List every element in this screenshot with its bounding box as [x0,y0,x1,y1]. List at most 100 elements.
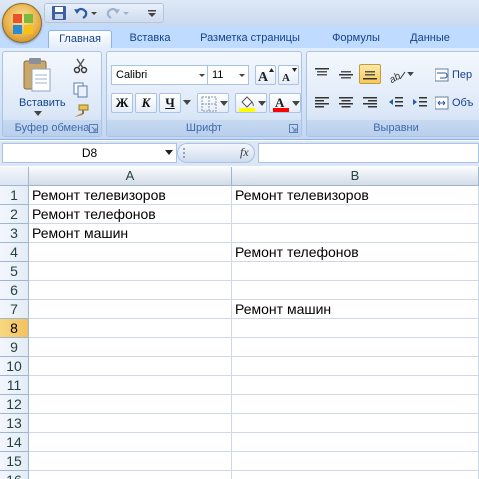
cell-a[interactable] [29,243,232,262]
cell-a[interactable]: Ремонт телевизоров [29,186,232,205]
cell-b[interactable] [232,224,479,243]
tab-formulas[interactable]: Формулы [322,30,390,48]
increase-indent-button[interactable] [409,93,431,113]
row-header[interactable]: 6 [0,281,29,300]
merge-cells-icon [435,96,449,110]
row-header[interactable]: 4 [0,243,29,262]
grip-icon[interactable] [180,146,188,160]
undo-dropdown-icon[interactable] [90,4,98,22]
redo-icon[interactable] [104,4,122,22]
customize-toolbar-icon[interactable] [146,4,158,22]
tab-page-layout[interactable]: Разметка страницы [188,30,312,48]
cell-b[interactable] [232,395,479,414]
tab-insert[interactable]: Вставка [120,30,180,48]
borders-button[interactable] [197,93,229,113]
font-color-button[interactable]: A [269,93,301,113]
cell-b[interactable] [232,281,479,300]
merge-center-label: Объ [452,97,474,109]
cell-a[interactable] [29,262,232,281]
cell-a[interactable] [29,338,232,357]
redo-dropdown-icon[interactable] [122,4,130,22]
cell-a[interactable] [29,281,232,300]
tab-data[interactable]: Данные [398,30,462,48]
bold-button[interactable]: Ж [111,93,133,113]
cell-b[interactable] [232,319,479,338]
font-size-select[interactable]: 11 [207,65,249,85]
cell-b[interactable] [232,452,479,471]
cell-b[interactable] [232,205,479,224]
row-header[interactable]: 8 [0,319,29,338]
tab-home[interactable]: Главная [48,30,112,48]
align-left-button[interactable] [311,93,333,113]
fill-color-button[interactable] [235,93,267,113]
format-painter-icon[interactable] [73,104,89,118]
save-icon[interactable] [50,4,68,22]
insert-function-button[interactable]: fx [240,145,249,160]
cell-a[interactable] [29,414,232,433]
chevron-down-icon[interactable] [165,150,173,156]
align-top-button[interactable] [311,64,333,84]
wrap-text-button[interactable]: Пер [433,65,479,85]
row-header[interactable]: 1 [0,186,29,205]
cell-b[interactable]: Ремонт машин [232,300,479,319]
italic-button[interactable]: К [135,93,157,113]
cell-b[interactable]: Ремонт телефонов [232,243,479,262]
cell-b[interactable] [232,376,479,395]
row-header[interactable]: 11 [0,376,29,395]
cell-a[interactable]: Ремонт телефонов [29,205,232,224]
cell-a[interactable] [29,395,232,414]
underline-button[interactable]: Ч [159,93,181,113]
row-header[interactable]: 9 [0,338,29,357]
row-header[interactable]: 7 [0,300,29,319]
row-header[interactable]: 10 [0,357,29,376]
cut-icon[interactable] [73,58,89,74]
underline-dropdown-icon[interactable] [183,100,191,106]
orientation-button[interactable]: ab [385,64,415,84]
copy-icon[interactable] [73,82,89,98]
font-name-select[interactable]: Calibri [111,65,209,85]
office-button[interactable] [2,3,42,43]
column-header-b[interactable]: B [232,167,479,186]
shrink-font-icon: A [282,68,297,83]
align-bottom-button[interactable] [359,64,381,84]
cell-a[interactable] [29,376,232,395]
clipboard-launcher-icon[interactable] [89,124,98,133]
wrap-text-icon [435,68,449,82]
row-header[interactable]: 2 [0,205,29,224]
cell-a[interactable] [29,319,232,338]
paste-button[interactable]: Вставить [7,54,66,116]
cell-a[interactable] [29,433,232,452]
select-all-corner[interactable] [0,167,29,186]
shrink-font-button[interactable]: A [278,65,299,85]
row-header[interactable]: 15 [0,452,29,471]
row-header[interactable]: 13 [0,414,29,433]
cell-a[interactable] [29,357,232,376]
undo-icon[interactable] [72,4,90,22]
cell-b[interactable] [232,414,479,433]
align-center-button[interactable] [335,93,357,113]
cell-a[interactable] [29,452,232,471]
row-header[interactable]: 5 [0,262,29,281]
name-box[interactable]: D8 [2,143,177,163]
cell-a[interactable] [29,300,232,319]
cell-a[interactable] [29,471,232,479]
font-launcher-icon[interactable] [289,124,298,133]
merge-center-button[interactable]: Объ [433,93,479,113]
row-header[interactable]: 12 [0,395,29,414]
cell-b[interactable] [232,262,479,281]
column-header-a[interactable]: A [29,167,232,186]
cell-b[interactable] [232,357,479,376]
align-middle-button[interactable] [335,64,357,84]
cell-a[interactable]: Ремонт машин [29,224,232,243]
align-right-button[interactable] [359,93,381,113]
cell-b[interactable]: Ремонт телевизоров [232,186,479,205]
row-header[interactable]: 3 [0,224,29,243]
cell-b[interactable] [232,338,479,357]
row-header[interactable]: 14 [0,433,29,452]
decrease-indent-button[interactable] [385,93,407,113]
row-header[interactable]: 16 [0,471,29,479]
cell-b[interactable] [232,471,479,479]
grow-font-button[interactable]: A [255,65,276,85]
formula-input[interactable] [258,143,479,163]
cell-b[interactable] [232,433,479,452]
